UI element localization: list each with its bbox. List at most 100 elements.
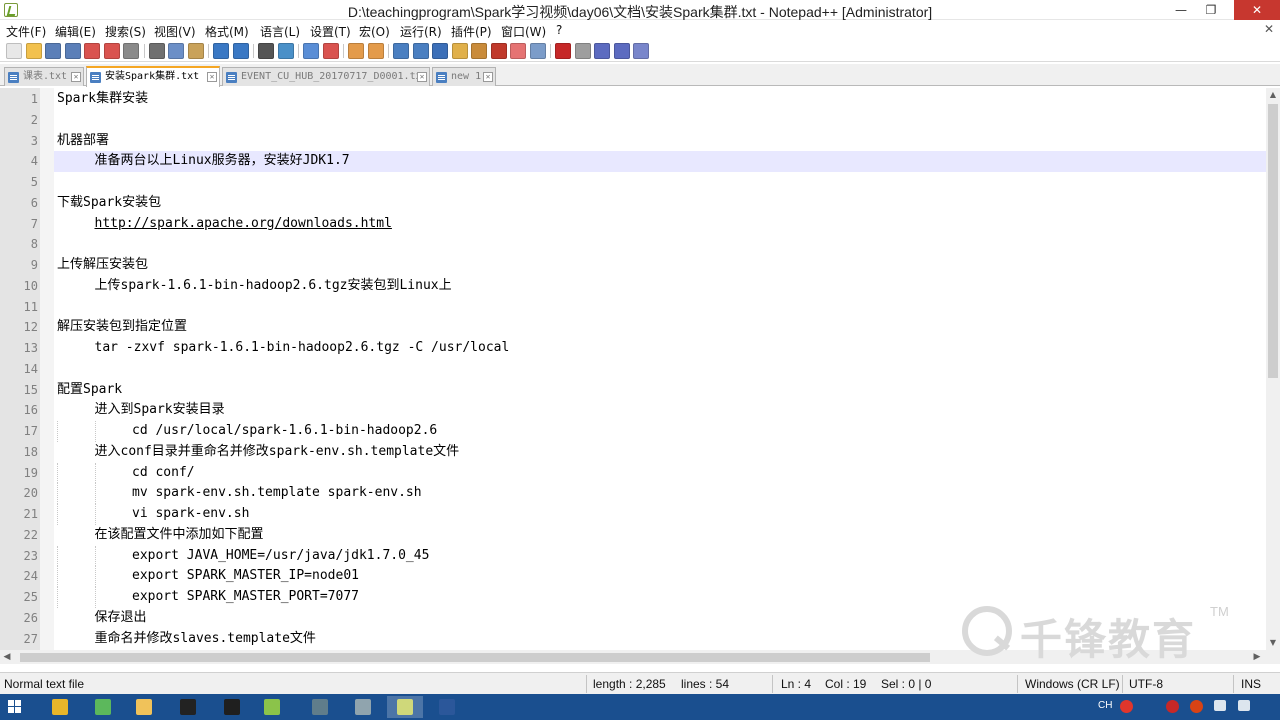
editor-line[interactable]: 12 解压安装包到指定位置 [24, 317, 1266, 338]
tab-1[interactable]: 安装Spark集群.txt ✕ [86, 66, 220, 87]
menu-item-4[interactable]: 格式(M) [205, 23, 249, 40]
menu-item-8[interactable]: 运行(R) [400, 23, 442, 40]
editor-line[interactable]: 10 上传spark-1.6.1-bin-hadoop2.6.tgz安装包到Lin… [24, 276, 1266, 297]
macro-play-multiple-icon[interactable] [613, 43, 630, 59]
editor-line[interactable]: 23 export JAVA_HOME=/usr/java/jdk1.7.0_45 [24, 545, 1266, 567]
status-eol[interactable]: Windows (CR LF) [1025, 677, 1120, 691]
editor-line[interactable]: 21 vi spark-env.sh [24, 504, 1266, 525]
record-icon[interactable] [1166, 700, 1179, 713]
taskbar-app-3[interactable] [170, 696, 206, 718]
taskbar-app-6[interactable] [302, 696, 338, 718]
editor-line[interactable]: 2 [31, 110, 1266, 131]
editor-line[interactable]: 22 在该配置文件中添加如下配置 [24, 525, 1266, 546]
sync-horizontal-icon[interactable] [367, 43, 384, 59]
status-encoding[interactable]: UTF-8 [1129, 677, 1163, 691]
doc-map-icon[interactable] [471, 43, 487, 59]
menu-item-9[interactable]: 插件(P) [451, 23, 492, 40]
zoom-out-icon[interactable] [322, 43, 339, 59]
editor-line[interactable]: 3 机器部署 [31, 131, 1266, 152]
zoom-in-icon[interactable] [303, 43, 319, 59]
menu-item-0[interactable]: 文件(F) [6, 23, 46, 40]
taskbar-app-5[interactable] [254, 696, 290, 718]
function-list-icon[interactable] [490, 43, 507, 59]
taskbar-app-9[interactable] [429, 696, 465, 718]
status-insert-mode[interactable]: INS [1241, 677, 1261, 691]
tab-0[interactable]: 课表.txt ✕ [4, 67, 84, 86]
taskbar-app-0[interactable] [42, 696, 78, 718]
editor-line[interactable]: 17 cd /usr/local/spark-1.6.1-bin-hadoop2.… [24, 421, 1266, 442]
menu-item-7[interactable]: 宏(O) [359, 23, 390, 40]
editor-line[interactable]: 7 http://spark.apache.org/downloads.html [31, 214, 1266, 235]
volume-icon[interactable] [1238, 700, 1250, 711]
security-icon[interactable] [1190, 700, 1203, 713]
macro-save-icon[interactable] [633, 43, 649, 59]
tray-input-language[interactable]: CH [1098, 700, 1112, 711]
editor-line[interactable]: 9 上传解压安装包 [31, 255, 1266, 276]
macro-stop-icon[interactable] [574, 43, 591, 59]
tab-close-icon[interactable]: ✕ [207, 72, 217, 82]
cut-icon[interactable] [148, 43, 165, 59]
scroll-down-icon[interactable]: ▼ [1266, 636, 1280, 650]
menu-item-10[interactable]: 窗口(W) [501, 23, 546, 40]
print-icon[interactable] [123, 43, 139, 59]
scroll-left-icon[interactable]: ◀ [0, 650, 14, 664]
menu-item-2[interactable]: 搜索(S) [105, 23, 146, 40]
macro-play-icon[interactable] [594, 43, 610, 59]
taskbar-app-2[interactable] [126, 696, 162, 718]
taskbar-app-1[interactable] [85, 696, 121, 718]
monitoring-icon[interactable] [529, 43, 546, 59]
editor-line[interactable]: 6 下载Spark安装包 [31, 193, 1266, 214]
network-icon[interactable] [1214, 700, 1226, 711]
editor-line[interactable]: 18 进入conf目录并重命名并修改spark-env.sh.template文件 [24, 442, 1266, 463]
indent-guide-icon[interactable] [432, 43, 448, 59]
menu-item-1[interactable]: 编辑(E) [55, 23, 96, 40]
scroll-up-icon[interactable]: ▲ [1266, 88, 1280, 102]
menu-item-3[interactable]: 视图(V) [154, 23, 196, 40]
undo-icon[interactable] [213, 43, 229, 59]
user-language-icon[interactable] [451, 43, 468, 59]
close-icon[interactable] [84, 43, 100, 59]
editor-line[interactable]: 14 [24, 359, 1266, 380]
replace-icon[interactable] [277, 43, 294, 59]
editor-line[interactable]: 16 进入到Spark安装目录 [24, 400, 1266, 421]
tab-close-icon[interactable]: ✕ [417, 72, 427, 82]
find-icon[interactable] [258, 43, 274, 59]
editor-line[interactable]: 5 [31, 172, 1266, 193]
editor-line[interactable]: 11 [24, 297, 1266, 318]
taskbar-app-7[interactable] [345, 696, 381, 718]
editor-line[interactable]: 8 [31, 234, 1266, 255]
show-all-chars-icon[interactable] [412, 43, 429, 59]
minimize-button[interactable]: — [1166, 0, 1196, 20]
copy-icon[interactable] [168, 43, 184, 59]
maximize-button[interactable]: ❐ [1196, 0, 1226, 20]
folder-workspace-icon[interactable] [510, 43, 526, 59]
fold-margin[interactable] [40, 88, 54, 650]
start-button[interactable] [8, 700, 22, 714]
code-area[interactable]: 1 Spark集群安装 2 3 机器部署 4 准备两台以上Linux服务器，安装好JDK1.… [24, 88, 1266, 650]
sync-vertical-icon[interactable] [348, 43, 364, 59]
text-editor[interactable]: 1 Spark集群安装 2 3 机器部署 4 准备两台以上Linux服务器，安装好JDK1.… [0, 88, 1280, 650]
close-all-icon[interactable] [103, 43, 120, 59]
vertical-scrollbar[interactable]: ▲ ▼ [1266, 88, 1280, 650]
open-file-icon[interactable] [25, 43, 42, 59]
editor-line[interactable]: 19 cd conf/ [24, 462, 1266, 484]
sogou-input-icon[interactable] [1120, 700, 1133, 713]
word-wrap-icon[interactable] [393, 43, 409, 59]
scroll-right-icon[interactable]: ▶ [1250, 650, 1264, 664]
macro-record-icon[interactable] [555, 43, 571, 59]
vertical-scroll-thumb[interactable] [1268, 104, 1278, 378]
horizontal-scroll-thumb[interactable] [20, 653, 930, 662]
close-window-button[interactable]: ✕ [1234, 0, 1280, 20]
hyperlink-text[interactable]: http://spark.apache.org/downloads.html [95, 214, 392, 235]
paste-icon[interactable] [187, 43, 204, 59]
close-doc-icon[interactable]: ✕ [1264, 22, 1274, 36]
editor-line[interactable]: 20 mv spark-env.sh.template spark-env.sh [24, 483, 1266, 504]
tab-close-icon[interactable]: ✕ [71, 72, 81, 82]
editor-line[interactable]: 24 export SPARK_MASTER_IP=node01 [24, 566, 1266, 587]
menu-item-11[interactable]: ? [556, 23, 562, 37]
editor-line[interactable]: 4 准备两台以上Linux服务器，安装好JDK1.7 [31, 151, 1266, 172]
menu-item-6[interactable]: 设置(T) [310, 23, 351, 40]
tab-3[interactable]: new 1 ✕ [432, 67, 496, 86]
taskbar-app-8[interactable] [387, 696, 423, 718]
taskbar-app-4[interactable] [214, 696, 250, 718]
